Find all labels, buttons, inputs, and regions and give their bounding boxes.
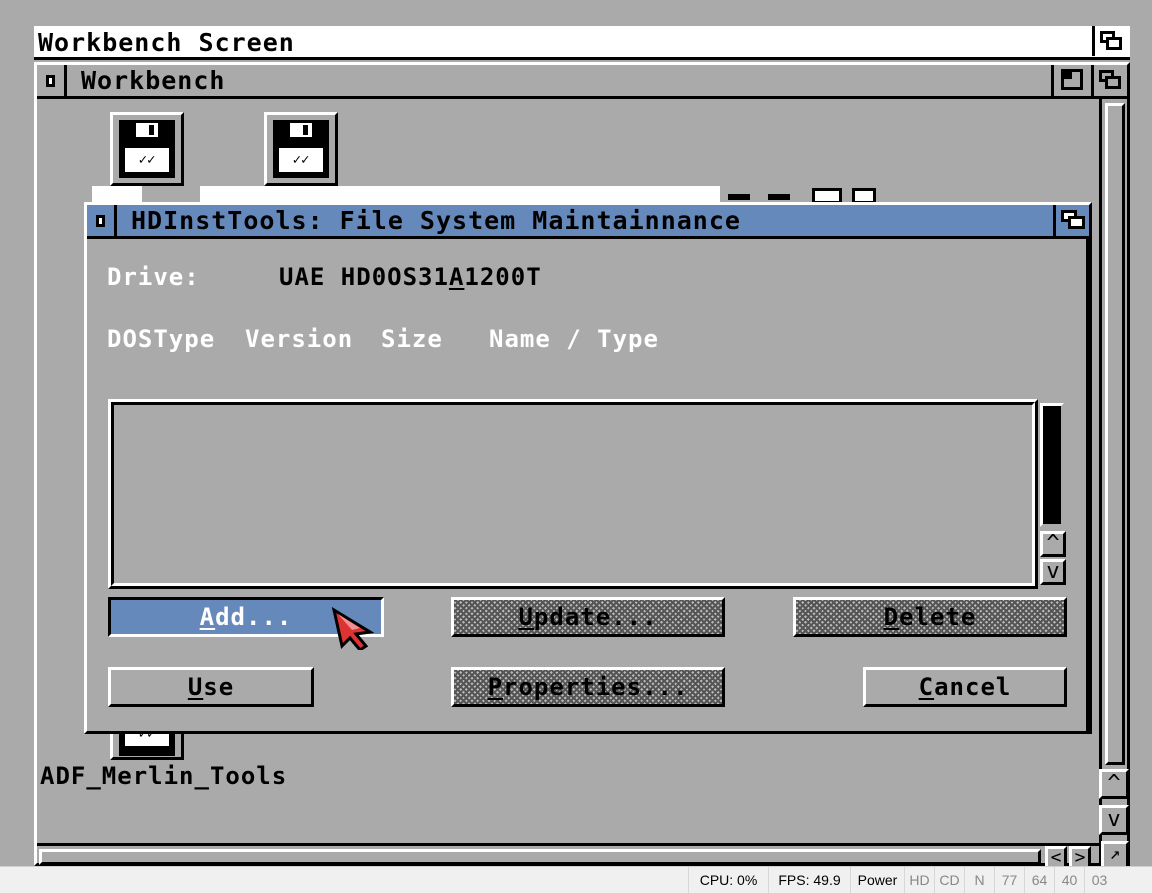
filesystem-list-scrollbar[interactable]: ^ v: [1038, 399, 1068, 589]
drive-led-1: 64: [1024, 867, 1054, 893]
cpu-indicator: CPU: 0%: [688, 867, 768, 893]
dialog-title-bar[interactable]: HDInstTools: File System Maintainnance: [87, 205, 1089, 239]
drive-led-2: 40: [1054, 867, 1084, 893]
dialog-close-icon[interactable]: [87, 205, 117, 236]
column-header-size: Size: [381, 325, 443, 353]
column-header-name-type: Name / Type: [489, 325, 659, 353]
status-spacer: [600, 867, 688, 893]
drive-value: UAE HD0OS31A1200T: [279, 263, 542, 291]
window-zoom-icon[interactable]: [1051, 65, 1087, 96]
list-scroll-knob[interactable]: [1040, 403, 1064, 527]
filesystem-list[interactable]: [108, 399, 1038, 589]
file-system-maintenance-dialog: HDInstTools: File System Maintainnance D…: [84, 202, 1092, 734]
vertical-scroll-knob[interactable]: [1105, 103, 1125, 765]
floppy-disk-icon[interactable]: ✓✓: [264, 112, 338, 186]
list-scroll-down-icon[interactable]: v: [1040, 559, 1066, 585]
drive-label: Drive:: [107, 263, 200, 291]
scroll-up-arrow-icon[interactable]: ^: [1099, 769, 1129, 799]
horizontal-scroll-knob[interactable]: [39, 849, 1041, 865]
workbench-vertical-scrollbar[interactable]: [1099, 99, 1127, 867]
screen-title-bar: Workbench Screen: [34, 26, 1130, 60]
dialog-title: HDInstTools: File System Maintainnance: [131, 206, 741, 235]
update-button[interactable]: Update...: [451, 597, 725, 637]
amiga-screen: Workbench Screen Workbench ^ v < > ↗ ✓✓: [0, 0, 1152, 870]
properties-button[interactable]: Properties...: [451, 667, 725, 707]
hd-led: HD: [904, 867, 934, 893]
window-close-icon[interactable]: [37, 65, 67, 96]
delete-button[interactable]: Delete: [793, 597, 1067, 637]
power-led: Power: [850, 867, 904, 893]
cancel-button[interactable]: Cancel: [863, 667, 1067, 707]
window-depth-gadget-icon[interactable]: [1091, 65, 1125, 96]
mouse-pointer-icon: [331, 606, 374, 650]
emulator-status-bar: CPU: 0% FPS: 49.9 Power HD CD N 77 64 40…: [0, 866, 1152, 893]
scroll-down-arrow-icon[interactable]: v: [1099, 805, 1129, 835]
use-button[interactable]: Use: [108, 667, 314, 707]
n-led: N: [964, 867, 994, 893]
screen-depth-gadget-icon[interactable]: [1092, 26, 1126, 56]
list-scroll-up-icon[interactable]: ^: [1040, 531, 1066, 557]
drive-led-3: 03: [1084, 867, 1114, 893]
screen-title: Workbench Screen: [38, 28, 295, 57]
window-size-gadget-icon[interactable]: ↗: [1101, 841, 1129, 869]
icon-caption[interactable]: ADF_Merlin_Tools: [40, 762, 287, 790]
column-header-dostype: DOSType: [107, 325, 216, 353]
dialog-body: Drive: UAE HD0OS31A1200T DOSType Version…: [87, 239, 1089, 731]
dialog-depth-gadget-icon[interactable]: [1053, 205, 1089, 236]
workbench-title: Workbench: [81, 66, 226, 95]
fps-indicator: FPS: 49.9: [768, 867, 850, 893]
floppy-disk-icon[interactable]: ✓✓: [110, 112, 184, 186]
workbench-title-bar[interactable]: Workbench: [37, 65, 1127, 99]
column-header-version: Version: [245, 325, 354, 353]
drive-led-0: 77: [994, 867, 1024, 893]
cd-led: CD: [934, 867, 964, 893]
